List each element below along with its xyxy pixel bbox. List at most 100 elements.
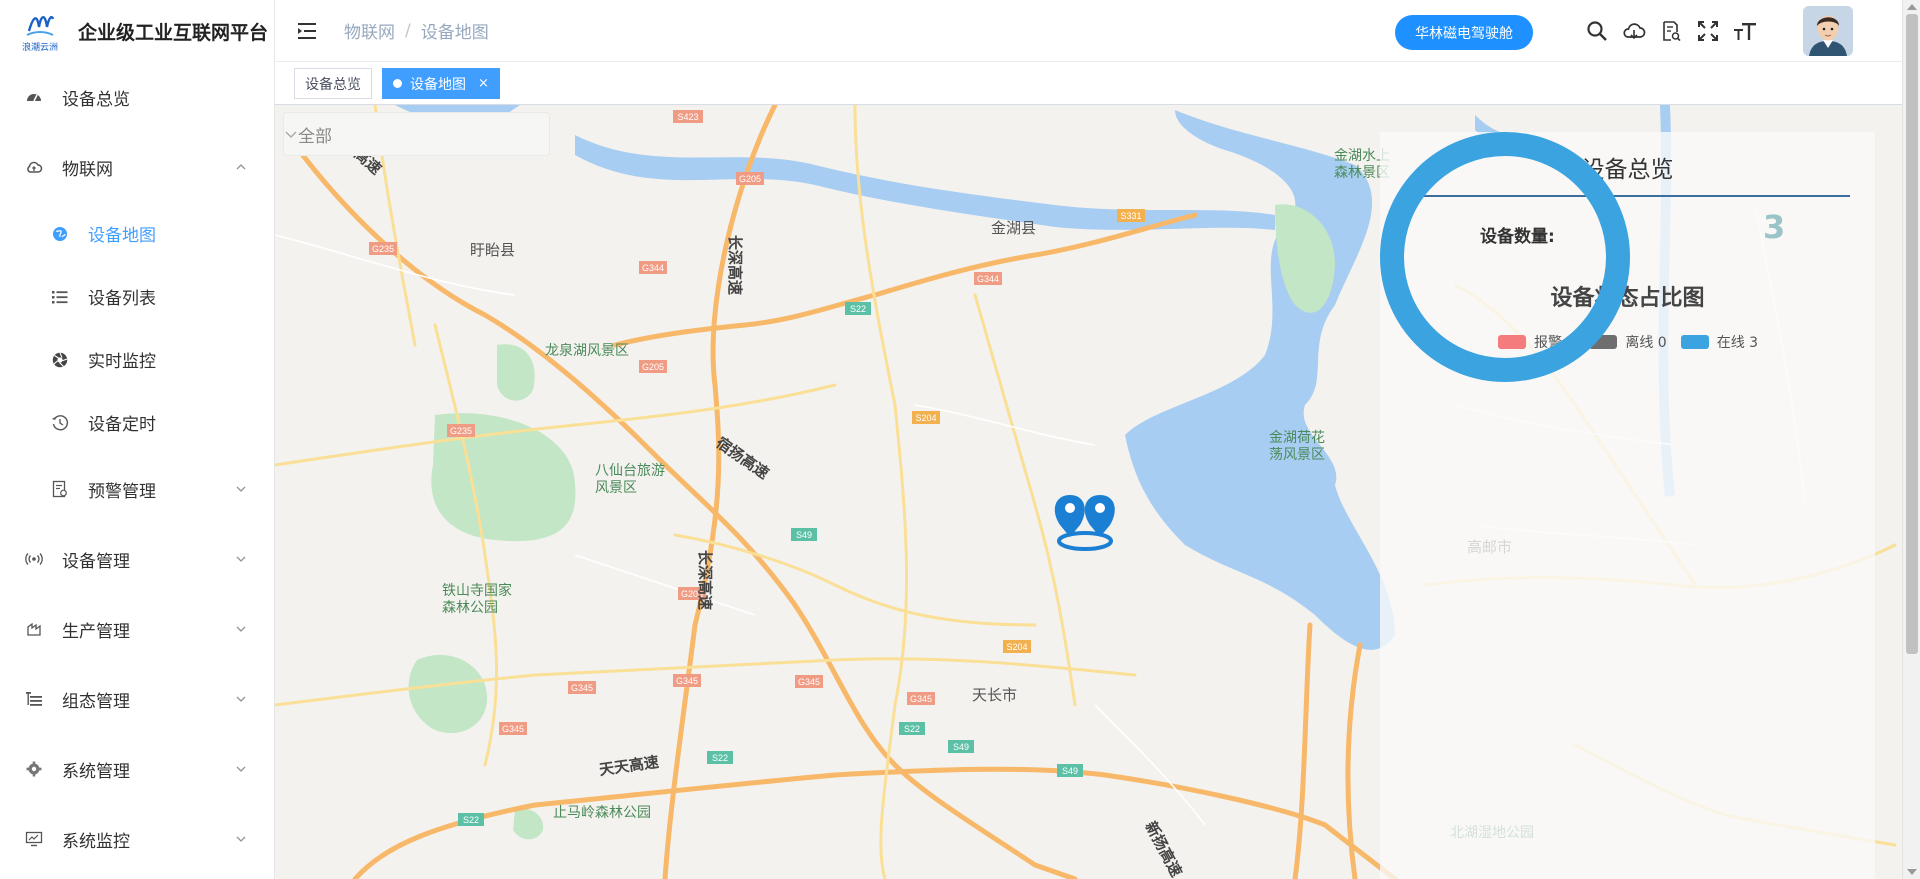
svg-text:八仙台旅游: 八仙台旅游 (595, 462, 665, 478)
chevron-down-icon (236, 836, 246, 842)
chevron-up-icon (236, 164, 246, 170)
breadcrumb-item-device-map: 设备地图 (420, 23, 489, 43)
svg-text:S204: S204 (915, 413, 936, 423)
sidebar-item-label: 物联网 (62, 159, 113, 180)
sidebar-item-label: 系统管理 (62, 761, 130, 782)
sidebar-item-device-overview[interactable]: 设备总览 (0, 62, 274, 132)
svg-text:S49: S49 (1062, 766, 1078, 776)
svg-text:龙泉湖风景区: 龙泉湖风景区 (545, 342, 629, 358)
sidebar-item-label: 组态管理 (62, 691, 130, 712)
sidebar-item-system-management[interactable]: 系统管理 (0, 734, 274, 804)
fullscreen-icon[interactable] (1696, 14, 1720, 48)
sidebar-item-label: 设备管理 (62, 551, 130, 572)
production-icon (24, 619, 44, 639)
chevron-down-icon (236, 626, 246, 632)
font-size-icon[interactable] (1733, 14, 1757, 48)
sidebar-item-system-monitor[interactable]: 系统监控 (0, 804, 274, 874)
svg-text:天天高速: 天天高速 (598, 753, 660, 779)
svg-text:S22: S22 (463, 815, 479, 825)
monitor-icon (24, 829, 44, 849)
sidebar-item-label: 设备总览 (62, 89, 130, 110)
sidebar-item-label: 生产管理 (62, 621, 130, 642)
svg-text:铁山寺国家: 铁山寺国家 (442, 582, 512, 598)
svg-text:S204: S204 (1006, 642, 1027, 652)
device-filter-select[interactable]: 全部 (283, 112, 550, 156)
device-count-value: 3 (1763, 208, 1786, 246)
timer-icon (50, 413, 70, 433)
svg-text:G345: G345 (502, 724, 524, 734)
active-dot (393, 79, 402, 88)
sidebar-item-alert-management[interactable]: 预警管理 (0, 454, 274, 524)
sidebar-item-production-management[interactable]: 生产管理 (0, 594, 274, 664)
chevron-down-icon (236, 766, 246, 772)
breadcrumb-separator: / (405, 20, 411, 41)
scroll-up-arrow-icon[interactable] (1907, 4, 1917, 10)
svg-text:S423: S423 (677, 112, 698, 122)
tags-view-bar: 设备总览 设备地图 × (275, 62, 1902, 105)
tag-device-map[interactable]: 设备地图 × (382, 68, 500, 99)
sidebar-item-device-management[interactable]: 设备管理 (0, 524, 274, 594)
sidebar-item-device-list[interactable]: 设备列表 (0, 265, 274, 328)
svg-text:荡风景区: 荡风景区 (1269, 446, 1325, 462)
device-marker-icon[interactable] (1054, 495, 1115, 551)
scroll-down-arrow-icon[interactable] (1907, 869, 1917, 875)
document-search-icon[interactable] (1659, 14, 1683, 48)
list-icon (50, 287, 70, 307)
app-title: 企业级工业互联网平台 (78, 21, 269, 44)
chevron-down-icon (236, 696, 246, 702)
sidebar-item-configuration-management[interactable]: 组态管理 (0, 664, 274, 734)
logo-icon: 浪潮云洲 (20, 8, 60, 54)
svg-text:G205: G205 (739, 174, 761, 184)
svg-text:S49: S49 (796, 530, 812, 540)
svg-text:止马岭森林公园: 止马岭森林公园 (553, 804, 651, 820)
sidebar-item-device-map[interactable]: 设备地图 (0, 202, 274, 265)
scrollbar-thumb[interactable] (1906, 14, 1918, 654)
svg-text:长深高速: 长深高速 (696, 550, 714, 610)
sidebar-item-label: 设备定时 (88, 415, 156, 435)
sidebar-item-label: 预警管理 (88, 481, 156, 502)
broadcast-icon (24, 549, 44, 569)
svg-text:S331: S331 (1120, 211, 1141, 221)
breadcrumb: 物联网 / 设备地图 (344, 18, 489, 44)
svg-text:G205: G205 (642, 362, 664, 372)
user-avatar[interactable] (1803, 6, 1853, 56)
status-donut-chart (1380, 132, 1630, 382)
svg-text:S22: S22 (904, 724, 920, 734)
svg-text:G344: G344 (642, 263, 664, 273)
sidebar-item-label: 设备地图 (88, 226, 156, 246)
dashboard-icon (24, 87, 44, 107)
sidebar-item-label: 实时监控 (88, 352, 156, 372)
sidebar-item-device-timer[interactable]: 设备定时 (0, 391, 274, 454)
search-icon[interactable] (1585, 14, 1609, 48)
svg-text:金湖荷花: 金湖荷花 (1269, 429, 1325, 445)
map-label: 盱眙县 (470, 242, 515, 259)
gear-icon (24, 759, 44, 779)
map-label: 天长市 (972, 687, 1017, 704)
cockpit-button[interactable]: 华林磁电驾驶舱 (1395, 15, 1533, 50)
sidebar-item-realtime-monitor[interactable]: 实时监控 (0, 328, 274, 391)
svg-text:G345: G345 (676, 676, 698, 686)
hamburger-toggle-icon[interactable] (296, 20, 318, 42)
tag-device-overview[interactable]: 设备总览 (294, 68, 372, 99)
legend-label: 在线 3 (1716, 335, 1759, 351)
svg-text:风景区: 风景区 (595, 479, 637, 495)
logo[interactable]: 浪潮云洲 企业级工业互联网平台 (0, 0, 274, 62)
tag-close-icon[interactable]: × (478, 76, 489, 91)
svg-text:新扬高速: 新扬高速 (1141, 818, 1185, 879)
page-scrollbar[interactable] (1902, 0, 1920, 879)
svg-text:G235: G235 (372, 244, 394, 254)
cloud-download-icon[interactable] (1622, 14, 1646, 48)
donut-slice-在线[interactable] (1380, 132, 1630, 382)
header-icons (1585, 14, 1757, 48)
breadcrumb-item-iot[interactable]: 物联网 (344, 18, 395, 43)
svg-text:G345: G345 (571, 683, 593, 693)
chevron-down-icon (236, 556, 246, 562)
sidebar-item-label: 系统监控 (62, 831, 130, 852)
aperture-icon (50, 350, 70, 370)
legend-label: 离线 0 (1625, 335, 1667, 351)
sidebar-item-iot[interactable]: 物联网 (0, 132, 274, 202)
svg-text:G345: G345 (910, 694, 932, 704)
top-navbar: 物联网 / 设备地图 华林磁电驾驶舱 (275, 0, 1902, 62)
device-map[interactable]: S423 G205 G205 G205 G344 G344 G235 G235 … (275, 105, 1902, 879)
legend-item-online[interactable]: 在线 3 (1680, 332, 1759, 352)
